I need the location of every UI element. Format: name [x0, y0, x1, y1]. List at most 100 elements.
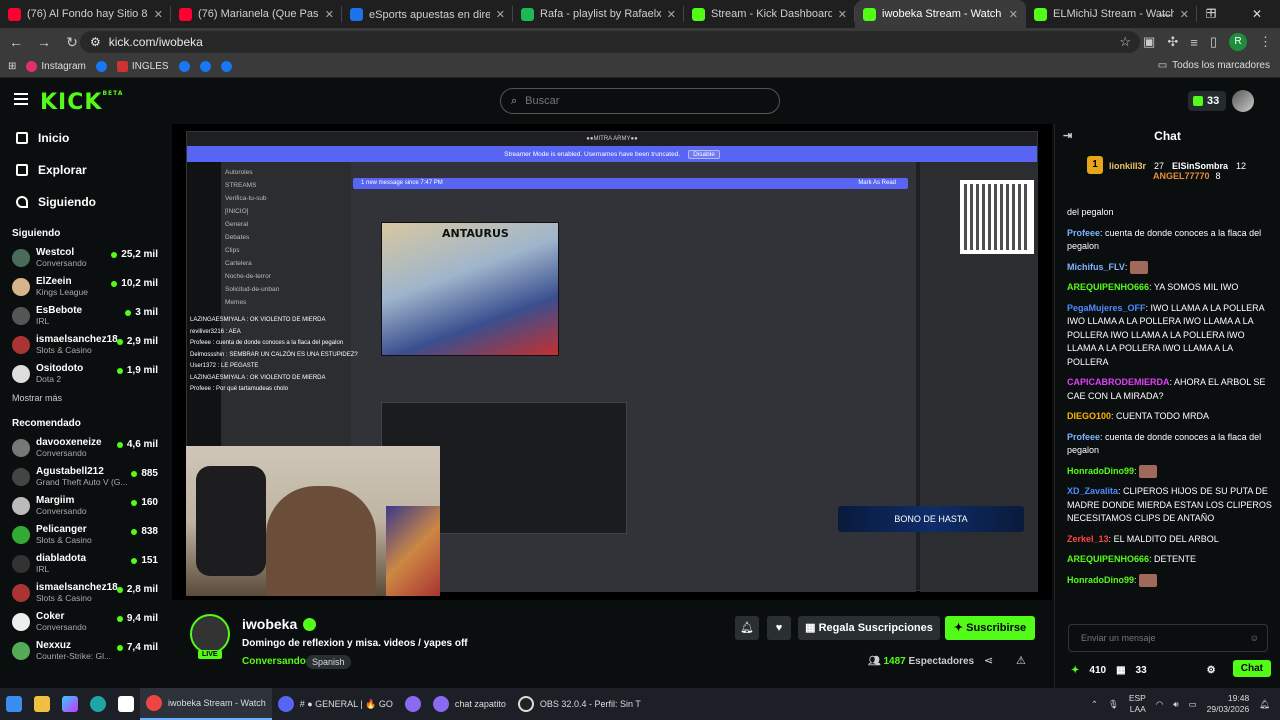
chat-username[interactable]: CAPICABRODEMIERDA: [1067, 377, 1170, 387]
taskbar-discord[interactable]: # ● GENERAL | 🔥 GO: [272, 688, 399, 720]
bookmark-instagram[interactable]: Instagram: [26, 61, 86, 72]
channel-item[interactable]: ismaelsanchez18 Slots & Casino 2,9 mil: [0, 330, 170, 359]
back-icon[interactable]: ←: [4, 34, 28, 50]
kicks-chat-count[interactable]: 33: [1136, 665, 1147, 676]
points-count[interactable]: 410: [1089, 665, 1106, 676]
taskbar-chrome[interactable]: iwobeka Stream - Watch: [140, 688, 272, 720]
browser-tab[interactable]: iwobeka Stream - Watch Li ✕: [855, 0, 1026, 28]
browser-tab[interactable]: Stream - Kick Dashboard ✕: [684, 0, 855, 28]
channel-item[interactable]: Margiim Conversando 160: [0, 491, 170, 520]
channel-item[interactable]: Coker Conversando 9,4 mil: [0, 607, 170, 636]
channel-item[interactable]: Ositodoto Dota 2 1,9 mil: [0, 359, 170, 388]
bookmark-ingles[interactable]: INGLES: [116, 61, 169, 72]
tray-chevron-icon[interactable]: ⌃: [1091, 699, 1098, 710]
language-tag[interactable]: Spanish: [306, 655, 351, 669]
chat-username[interactable]: HonradoDino99: [1067, 575, 1134, 585]
channel-item[interactable]: ismaelsanchez18 Slots & Casino 2,8 mil: [0, 578, 170, 607]
bookmark-facebook-4[interactable]: [220, 61, 232, 72]
channel-item[interactable]: ElZeein Kings League 10,2 mil: [0, 272, 170, 301]
explorer-icon[interactable]: [28, 688, 56, 720]
site-info-icon[interactable]: ⚙: [90, 35, 101, 49]
copilot-icon[interactable]: [56, 688, 84, 720]
user-avatar[interactable]: [1232, 90, 1254, 112]
chat-username[interactable]: Profeee: [1067, 432, 1100, 442]
bookmark-facebook[interactable]: [95, 61, 107, 72]
extensions-icon[interactable]: ✣: [1167, 34, 1178, 50]
all-bookmarks[interactable]: ▭ Todos los marcadores: [1158, 60, 1270, 71]
volume-icon[interactable]: 🔊︎: [1173, 699, 1178, 710]
chat-username[interactable]: Michifus_FLV: [1067, 262, 1125, 272]
start-icon[interactable]: [0, 688, 28, 720]
forward-icon[interactable]: →: [32, 34, 56, 50]
screen-cast-icon[interactable]: ▣: [1143, 34, 1155, 50]
browser-tab[interactable]: (76) Marianela (Que Pasa) (Exte ✕: [171, 0, 342, 28]
battery-icon[interactable]: ▭: [1189, 699, 1197, 710]
chat-username[interactable]: XD_Zavalita: [1067, 486, 1118, 496]
tab-close-icon[interactable]: ✕: [325, 8, 334, 21]
profile-avatar[interactable]: R: [1229, 33, 1247, 51]
channel-item[interactable]: Agustabell212 Grand Theft Auto V (G... 885: [0, 462, 170, 491]
follow-heart-icon[interactable]: ♥: [767, 616, 791, 640]
hamburger-menu-icon[interactable]: [14, 93, 28, 105]
notification-icon[interactable]: 🔔︎: [1259, 699, 1270, 710]
subscribe-button[interactable]: ✦ Suscribirse: [945, 616, 1035, 640]
mic-icon[interactable]: 🎙︎: [1108, 699, 1119, 710]
chat-username[interactable]: HonradoDino99: [1067, 466, 1134, 476]
bookmark-star-icon[interactable]: ☆: [1119, 34, 1131, 50]
media-icon[interactable]: ≡: [1190, 35, 1198, 50]
report-icon[interactable]: ⚠: [1016, 654, 1026, 667]
gift-subs-button[interactable]: ▦ Regala Suscripciones: [798, 616, 940, 640]
channel-item[interactable]: EsBebote IRL 3 mil: [0, 301, 170, 330]
menu-kebab-icon[interactable]: ⋮: [1259, 34, 1272, 50]
nav-home[interactable]: Inicio: [0, 122, 170, 154]
tab-close-icon[interactable]: ✕: [496, 8, 505, 21]
channel-item[interactable]: Westcol Conversando 25,2 mil: [0, 243, 170, 272]
chat-username[interactable]: Profeee: [1067, 228, 1100, 238]
streamer-avatar[interactable]: [190, 614, 230, 654]
share-icon[interactable]: ⋖: [984, 654, 993, 667]
apps-grid-icon[interactable]: ⊞: [8, 61, 16, 72]
tab-close-icon[interactable]: ✕: [154, 8, 163, 21]
chat-username[interactable]: Zerkel_13: [1067, 534, 1109, 544]
channel-item[interactable]: Nexxuz Counter-Strike: Gl... 7,4 mil: [0, 636, 170, 665]
tab-close-icon[interactable]: ✕: [1009, 8, 1018, 21]
chat-username[interactable]: AREQUIPENHO666: [1067, 554, 1149, 564]
chat-username[interactable]: DIEGO100: [1067, 411, 1111, 421]
language-indicator[interactable]: ESP LAA: [1129, 693, 1146, 715]
browser-tab[interactable]: (76) Al Fondo hay Sitio 8: Ferna ✕: [0, 0, 171, 28]
chat-username[interactable]: PegaMujeres_OFF: [1067, 303, 1146, 313]
wifi-icon[interactable]: ◠: [1156, 699, 1163, 710]
channel-item[interactable]: davooxeneize Conversando 4,6 mil: [0, 433, 170, 462]
channel-item[interactable]: Pelicanger Slots & Casino 838: [0, 520, 170, 549]
browser-tab[interactable]: Rafa - playlist by Rafaelxared | ✕: [513, 0, 684, 28]
bookmark-facebook-2[interactable]: [178, 61, 190, 72]
nav-following[interactable]: Siguiendo: [0, 186, 170, 218]
send-chat-button[interactable]: Chat: [1232, 660, 1271, 677]
nav-explore[interactable]: Explorar: [0, 154, 170, 186]
channel-item[interactable]: diabladota IRL 151: [0, 549, 170, 578]
maximize-icon[interactable]: ❐: [1188, 0, 1234, 28]
show-more-link[interactable]: Mostrar más: [0, 388, 170, 408]
clock[interactable]: 19:48 29/03/2026: [1207, 693, 1250, 715]
taskbar-app[interactable]: [399, 688, 427, 720]
tab-close-icon[interactable]: ✕: [667, 8, 676, 21]
chat-input[interactable]: [1081, 633, 1241, 643]
url-field[interactable]: ⚙ kick.com/iwobeka: [80, 31, 1140, 53]
stream-category[interactable]: Conversando: [242, 656, 306, 667]
browser-tab[interactable]: eSports apuestas en directo ▶ ✕: [342, 0, 513, 28]
minimize-icon[interactable]: —: [1142, 0, 1188, 28]
emoji-icon[interactable]: ☺: [1250, 625, 1259, 651]
sidepanel-icon[interactable]: ▯: [1210, 34, 1217, 50]
taskbar-obs[interactable]: OBS 32.0.4 - Perfil: Sin T: [512, 688, 647, 720]
chat-username[interactable]: AREQUIPENHO666: [1067, 282, 1149, 292]
streamer-name[interactable]: iwobeka: [242, 616, 297, 632]
chat-settings-icon[interactable]: ⚙: [1207, 665, 1216, 676]
kick-logo[interactable]: KICKBETA: [40, 90, 123, 115]
search-input[interactable]: [525, 95, 668, 107]
store-icon[interactable]: [112, 688, 140, 720]
bookmark-facebook-3[interactable]: [199, 61, 211, 72]
collapse-chat-icon[interactable]: ⇥: [1063, 124, 1072, 148]
edge-icon[interactable]: [84, 688, 112, 720]
tab-close-icon[interactable]: ✕: [838, 8, 847, 21]
close-window-icon[interactable]: ✕: [1234, 0, 1280, 28]
